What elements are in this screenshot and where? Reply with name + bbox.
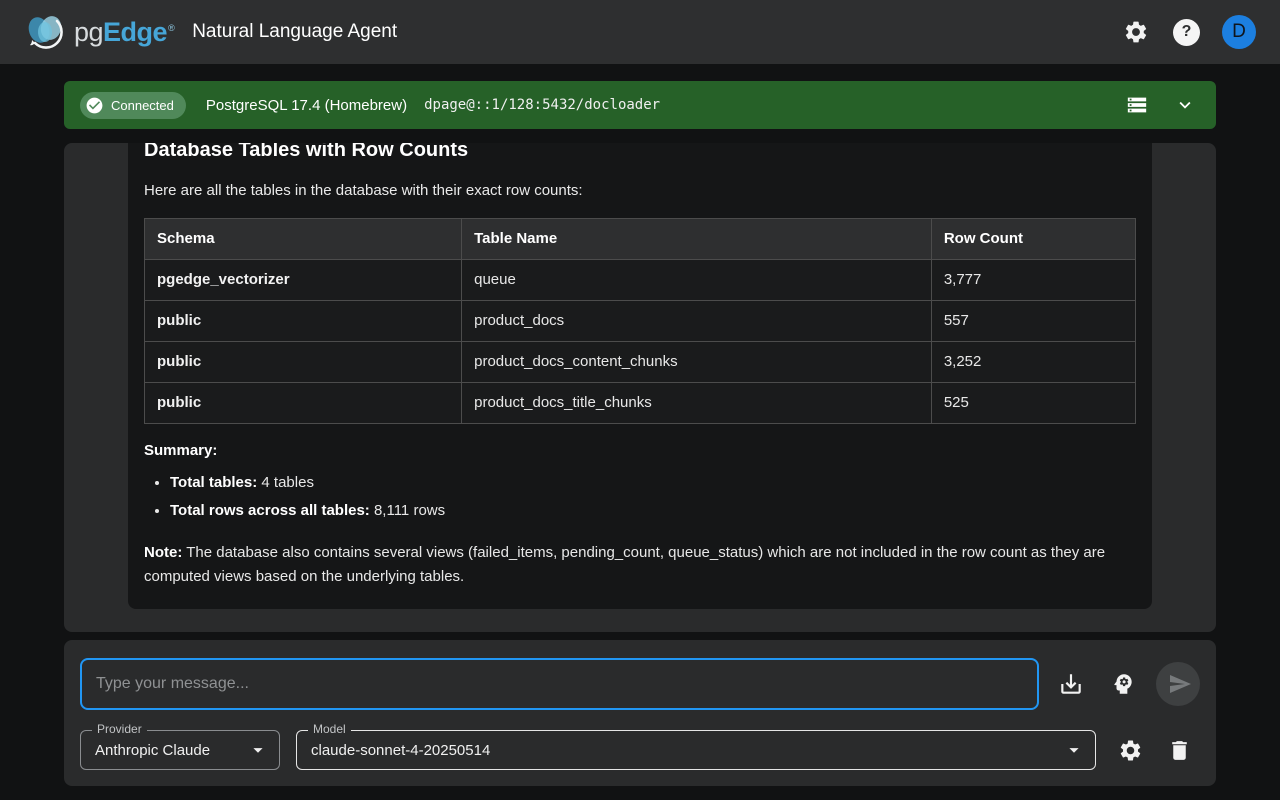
help-button[interactable]: ? xyxy=(1165,11,1208,54)
table-cell: 3,777 xyxy=(931,260,1135,301)
main-content: Connected PostgreSQL 17.4 (Homebrew) dpa… xyxy=(0,81,1280,786)
message-input[interactable] xyxy=(80,658,1039,710)
trash-icon xyxy=(1167,738,1192,763)
table-cell: 3,252 xyxy=(931,342,1135,383)
note-label: Note: xyxy=(144,544,182,561)
connection-status-label: Connected xyxy=(111,98,174,113)
table-cell: public xyxy=(145,383,462,424)
provider-select-label: Provider xyxy=(92,722,147,737)
connection-string: dpage@::1/128:5432/docloader xyxy=(424,97,660,113)
pgedge-logo[interactable]: pgEdge® xyxy=(24,13,174,51)
database-list-button[interactable] xyxy=(1120,88,1154,122)
table-cell: product_docs xyxy=(462,301,932,342)
table-row: pgedge_vectorizerqueue3,777 xyxy=(145,260,1136,301)
message-note: Note: The database also contains several… xyxy=(144,541,1136,589)
chat-scroll-area[interactable]: Database Tables with Row Counts Here are… xyxy=(64,143,1216,632)
connection-status-badge: Connected xyxy=(80,92,186,119)
table-cell: product_docs_title_chunks xyxy=(462,383,932,424)
composer-panel: Provider Anthropic Claude Model claude-s… xyxy=(64,640,1216,786)
provider-select[interactable]: Provider Anthropic Claude xyxy=(80,730,280,770)
assistant-message: Database Tables with Row Counts Here are… xyxy=(128,143,1152,609)
table-cell: 557 xyxy=(931,301,1135,342)
table-row: publicproduct_docs_content_chunks3,252 xyxy=(145,342,1136,383)
column-header: Row Count xyxy=(931,219,1135,260)
check-circle-icon xyxy=(85,96,104,115)
connection-expand-button[interactable] xyxy=(1168,88,1202,122)
connection-bar: Connected PostgreSQL 17.4 (Homebrew) dpa… xyxy=(64,81,1216,129)
message-intro: Here are all the tables in the database … xyxy=(144,180,1136,201)
psychology-icon xyxy=(1110,671,1136,697)
settings-button[interactable] xyxy=(1115,11,1157,53)
composer-settings-row: Provider Anthropic Claude Model claude-s… xyxy=(80,730,1200,770)
app-bar: pgEdge® Natural Language Agent ? D xyxy=(0,0,1280,64)
row-count-table: SchemaTable NameRow Count pgedge_vectori… xyxy=(144,218,1136,424)
model-select[interactable]: Model claude-sonnet-4-20250514 xyxy=(296,730,1096,770)
table-cell: pgedge_vectorizer xyxy=(145,260,462,301)
column-header: Schema xyxy=(145,219,462,260)
page-title: Natural Language Agent xyxy=(192,21,397,43)
download-icon xyxy=(1058,671,1084,697)
table-cell: 525 xyxy=(931,383,1135,424)
send-icon xyxy=(1168,672,1192,696)
table-cell: public xyxy=(145,342,462,383)
model-select-label: Model xyxy=(308,722,351,737)
table-row: publicproduct_docs_title_chunks525 xyxy=(145,383,1136,424)
provider-select-value: Anthropic Claude xyxy=(95,742,237,759)
model-select-value: claude-sonnet-4-20250514 xyxy=(311,742,1053,759)
summary-list: Total tables: 4 tablesTotal rows across … xyxy=(170,469,1136,525)
pgedge-wordmark: pgEdge® xyxy=(74,17,174,48)
summary-heading: Summary: xyxy=(144,442,1136,459)
gear-icon xyxy=(1118,738,1143,763)
column-header: Table Name xyxy=(462,219,932,260)
table-cell: product_docs_content_chunks xyxy=(462,342,932,383)
avatar[interactable]: D xyxy=(1222,15,1256,49)
storage-icon xyxy=(1126,94,1148,116)
caret-down-icon xyxy=(1063,739,1085,761)
model-settings-button[interactable] xyxy=(1112,732,1149,769)
server-version-label: PostgreSQL 17.4 (Homebrew) xyxy=(206,97,407,114)
caret-down-icon xyxy=(247,739,269,761)
send-button[interactable] xyxy=(1156,662,1200,706)
clear-chat-button[interactable] xyxy=(1161,732,1198,769)
chevron-down-icon xyxy=(1174,94,1196,116)
download-chat-button[interactable] xyxy=(1052,665,1090,703)
table-row: publicproduct_docs557 xyxy=(145,301,1136,342)
pgedge-logo-icon xyxy=(24,13,68,51)
note-text: The database also contains several views… xyxy=(144,544,1105,585)
help-icon: ? xyxy=(1173,19,1200,46)
composer-input-row xyxy=(80,658,1200,710)
gear-icon xyxy=(1123,19,1149,45)
table-cell: queue xyxy=(462,260,932,301)
summary-item: Total tables: 4 tables xyxy=(170,469,1136,497)
table-header: SchemaTable NameRow Count xyxy=(145,219,1136,260)
message-heading: Database Tables with Row Counts xyxy=(144,143,1136,163)
table-cell: public xyxy=(145,301,462,342)
summary-item: Total rows across all tables: 8,111 rows xyxy=(170,497,1136,525)
thinking-mode-button[interactable] xyxy=(1104,665,1142,703)
